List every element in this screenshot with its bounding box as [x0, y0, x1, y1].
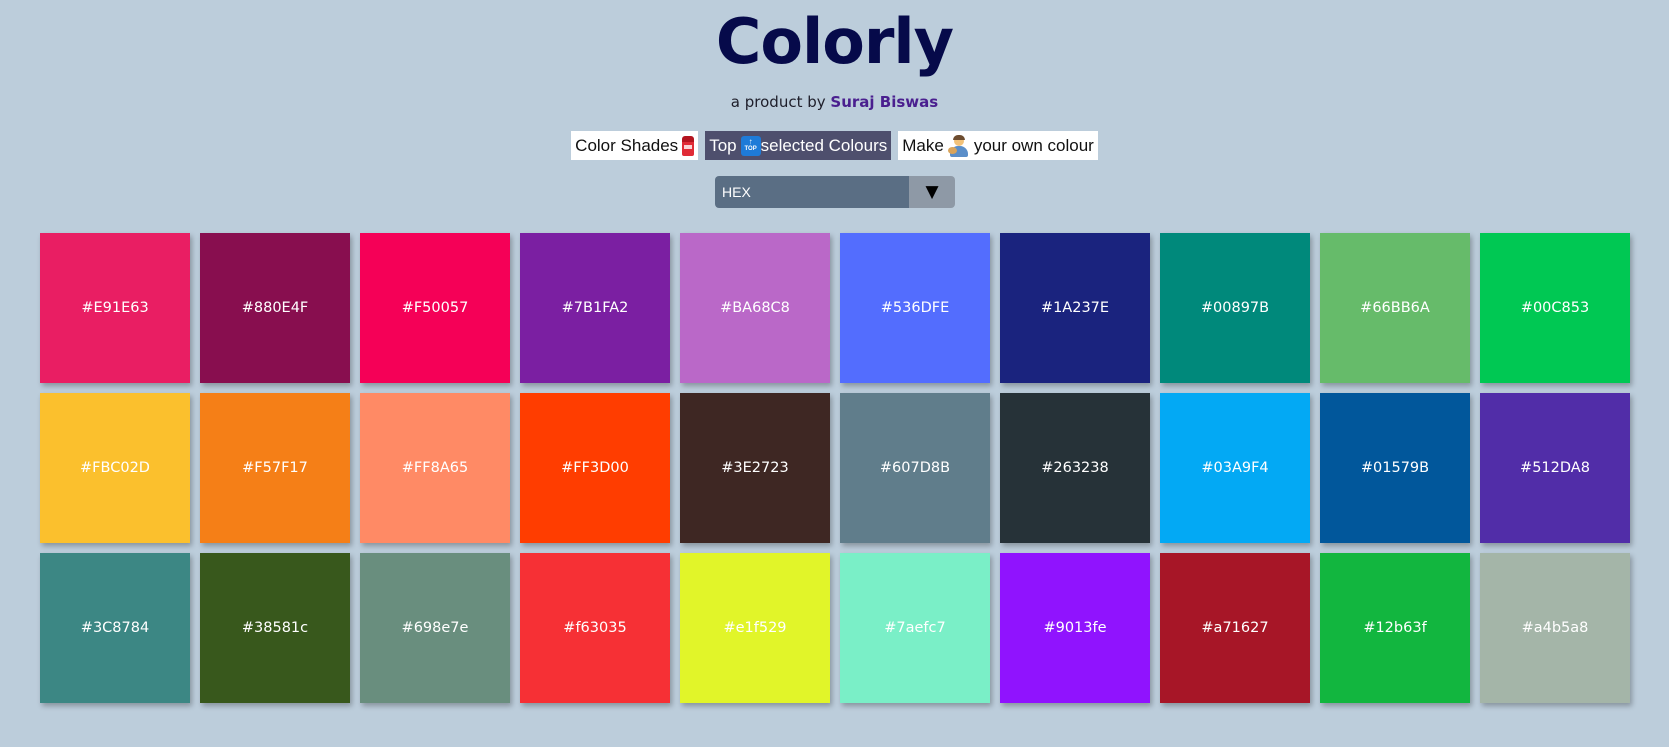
top-icon: ↑ TOP — [740, 135, 761, 156]
color-format-value: HEX — [715, 176, 909, 208]
swatch-grid: #E91E63 #880E4F #F50057 #7B1FA2 #BA68C8 #536D… — [40, 233, 1630, 703]
header: Colorly a product by Suraj Biswas Color … — [0, 0, 1669, 160]
color-swatch[interactable]: #00C853 — [1480, 233, 1630, 383]
author-link[interactable]: Suraj Biswas — [830, 93, 938, 111]
nav-make-own-button[interactable]: Make your own colour — [898, 131, 1098, 160]
color-format-select[interactable]: HEX ▼ — [715, 176, 955, 208]
color-swatch[interactable]: #a71627 — [1160, 553, 1310, 703]
byline-prefix: a product by — [730, 93, 826, 111]
byline: a product by Suraj Biswas — [0, 92, 1669, 112]
color-swatch[interactable]: #7B1FA2 — [520, 233, 670, 383]
nav-color-shades-button[interactable]: Color Shades — [571, 131, 699, 160]
color-swatch[interactable]: #7aefc7 — [840, 553, 990, 703]
nav-make-label: Make — [902, 136, 944, 155]
color-swatch[interactable]: #38581c — [200, 553, 350, 703]
artist-icon — [947, 134, 970, 157]
color-swatch[interactable]: #536DFE — [840, 233, 990, 383]
color-swatch[interactable]: #3E2723 — [680, 393, 830, 543]
color-swatch[interactable]: #698e7e — [360, 553, 510, 703]
color-swatch[interactable]: #512DA8 — [1480, 393, 1630, 543]
color-swatch[interactable]: #607D8B — [840, 393, 990, 543]
dropdown-arrow-icon[interactable]: ▼ — [909, 176, 955, 208]
color-swatch[interactable]: #BA68C8 — [680, 233, 830, 383]
color-swatch[interactable]: #F50057 — [360, 233, 510, 383]
color-swatch[interactable]: #FF8A65 — [360, 393, 510, 543]
color-swatch[interactable]: #9013fe — [1000, 553, 1150, 703]
color-swatch[interactable]: #880E4F — [200, 233, 350, 383]
color-swatch[interactable]: #12b63f — [1320, 553, 1470, 703]
nav-own-colour-label: your own colour — [973, 136, 1094, 155]
color-swatch[interactable]: #1A237E — [1000, 233, 1150, 383]
color-swatch[interactable]: #e1f529 — [680, 553, 830, 703]
color-swatch[interactable]: #FBC02D — [40, 393, 190, 543]
color-swatch[interactable]: #00897B — [1160, 233, 1310, 383]
color-swatch[interactable]: #3C8784 — [40, 553, 190, 703]
color-swatch[interactable]: #01579B — [1320, 393, 1470, 543]
color-swatch[interactable]: #a4b5a8 — [1480, 553, 1630, 703]
color-swatch[interactable]: #FF3D00 — [520, 393, 670, 543]
nav-selected-colours-label: selected Colours — [760, 136, 888, 155]
color-swatch[interactable]: #F57F17 — [200, 393, 350, 543]
color-swatch[interactable]: #f63035 — [520, 553, 670, 703]
app-title: Colorly — [715, 5, 954, 78]
nav-top-label: Top — [709, 136, 737, 155]
color-swatch[interactable]: #E91E63 — [40, 233, 190, 383]
color-swatch[interactable]: #263238 — [1000, 393, 1150, 543]
nav-color-shades-label: Color Shades — [575, 136, 679, 155]
color-swatch[interactable]: #66BB6A — [1320, 233, 1470, 383]
nav-bar: Color Shades Top ↑ TOP selected Colours … — [0, 131, 1669, 160]
nav-top-selected-button[interactable]: Top ↑ TOP selected Colours — [705, 131, 892, 160]
crayon-icon — [682, 135, 695, 156]
color-swatch[interactable]: #03A9F4 — [1160, 393, 1310, 543]
